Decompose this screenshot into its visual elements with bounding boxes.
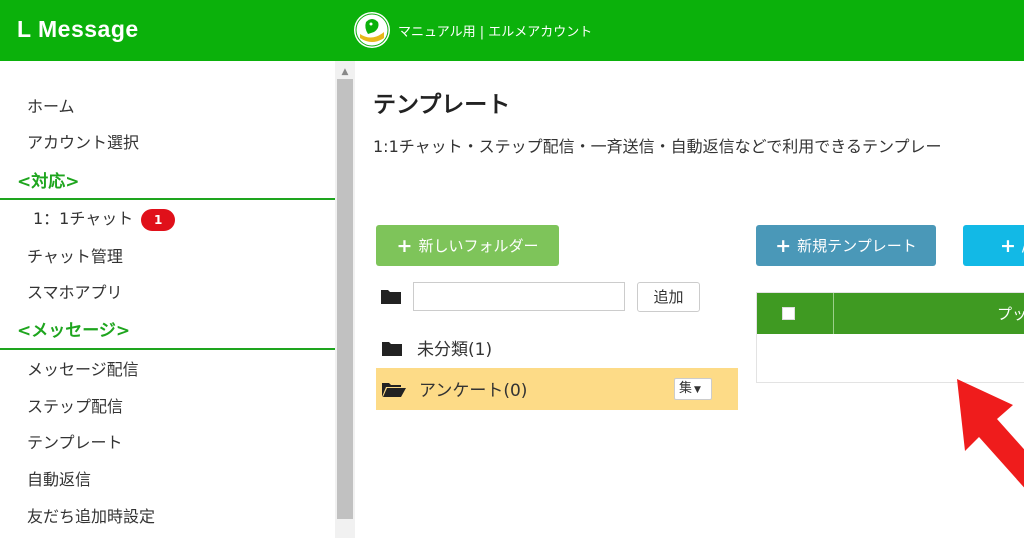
account-switcher[interactable]: マニュアル用 | エルメアカウント bbox=[354, 12, 592, 48]
page-description: 1:1チャット・ステップ配信・一斉送信・自動返信などで利用できるテンプレー bbox=[373, 137, 942, 156]
sidebar-item-template[interactable]: テンプレート bbox=[27, 429, 123, 453]
sidebar-item-home[interactable]: ホーム bbox=[27, 93, 75, 117]
column-divider bbox=[833, 293, 834, 334]
folder-item-survey[interactable]: アンケート(0) 集 ▼ bbox=[376, 368, 738, 410]
sidebar: ホーム アカウント選択 <対応> 1：1チャット 1 チャット管理 スマホアプリ … bbox=[0, 61, 335, 538]
plus-icon: + bbox=[396, 234, 413, 257]
new-folder-label: 新しいフォルダー bbox=[418, 237, 539, 255]
folder-item-uncategorized[interactable]: 未分類(1) bbox=[376, 326, 738, 368]
scrollbar-thumb[interactable] bbox=[337, 79, 353, 519]
account-name: マニュアル用 | エルメアカウント bbox=[398, 24, 593, 40]
sidebar-item-chat-management[interactable]: チャット管理 bbox=[27, 243, 123, 267]
new-template-label: 新規テンプレート bbox=[797, 237, 917, 255]
sidebar-section-support: <対応> bbox=[17, 172, 80, 192]
folder-icon bbox=[382, 342, 402, 356]
red-arrow-icon bbox=[957, 379, 1024, 488]
select-all-checkbox[interactable] bbox=[782, 307, 795, 320]
folder-label: 未分類(1) bbox=[417, 340, 493, 360]
account-avatar bbox=[354, 12, 390, 48]
sidebar-item-label: 1：1チャット bbox=[33, 209, 134, 228]
sidebar-section-message: <メッセージ> bbox=[17, 321, 131, 341]
folder-open-icon bbox=[382, 383, 406, 397]
sidebar-item-friend-add-settings[interactable]: 友だち追加時設定 bbox=[27, 503, 155, 527]
main-content: テンプレート 1:1チャット・ステップ配信・一斉送信・自動返信などで利用できるテ… bbox=[355, 61, 1024, 538]
sidebar-item-account-select[interactable]: アカウント選択 bbox=[27, 129, 139, 153]
folder-icon bbox=[381, 290, 401, 304]
brand-logo[interactable]: L Message bbox=[17, 16, 139, 43]
sidebar-item-step-delivery[interactable]: ステップ配信 bbox=[27, 393, 123, 417]
third-action-button[interactable]: + / bbox=[963, 225, 1024, 266]
folder-edit-dropdown[interactable]: 集 ▼ bbox=[674, 378, 712, 400]
sidebar-scrollbar[interactable]: ▲ bbox=[335, 61, 355, 538]
sidebar-item-message-delivery[interactable]: メッセージ配信 bbox=[27, 356, 139, 380]
new-folder-button[interactable]: + 新しいフォルダー bbox=[376, 225, 559, 266]
folder-name-input[interactable] bbox=[413, 282, 625, 311]
plus-icon: + bbox=[775, 234, 792, 257]
sidebar-divider bbox=[0, 348, 335, 350]
template-table: プッ bbox=[756, 292, 1024, 383]
scroll-up-icon[interactable]: ▲ bbox=[335, 65, 355, 79]
plus-icon: + bbox=[1000, 234, 1016, 257]
folder-label: アンケート(0) bbox=[419, 381, 528, 401]
page-title: テンプレート bbox=[373, 92, 511, 118]
new-template-button[interactable]: + 新規テンプレート bbox=[756, 225, 936, 266]
top-header: L Message マニュアル用 | エルメアカウント bbox=[0, 0, 1024, 61]
sidebar-divider bbox=[0, 198, 335, 200]
table-column-header: プッ bbox=[997, 305, 1024, 323]
sidebar-item-chat[interactable]: 1：1チャット 1 bbox=[33, 205, 176, 231]
sidebar-item-smartphone-app[interactable]: スマホアプリ bbox=[27, 279, 123, 303]
table-header: プッ bbox=[757, 293, 1024, 334]
caret-down-icon: ▼ bbox=[694, 385, 701, 395]
add-folder-button[interactable]: 追加 bbox=[637, 282, 700, 312]
unread-badge: 1 bbox=[141, 208, 176, 231]
sidebar-item-auto-reply[interactable]: 自動返信 bbox=[27, 466, 91, 490]
folder-edit-label: 集 bbox=[679, 381, 693, 396]
